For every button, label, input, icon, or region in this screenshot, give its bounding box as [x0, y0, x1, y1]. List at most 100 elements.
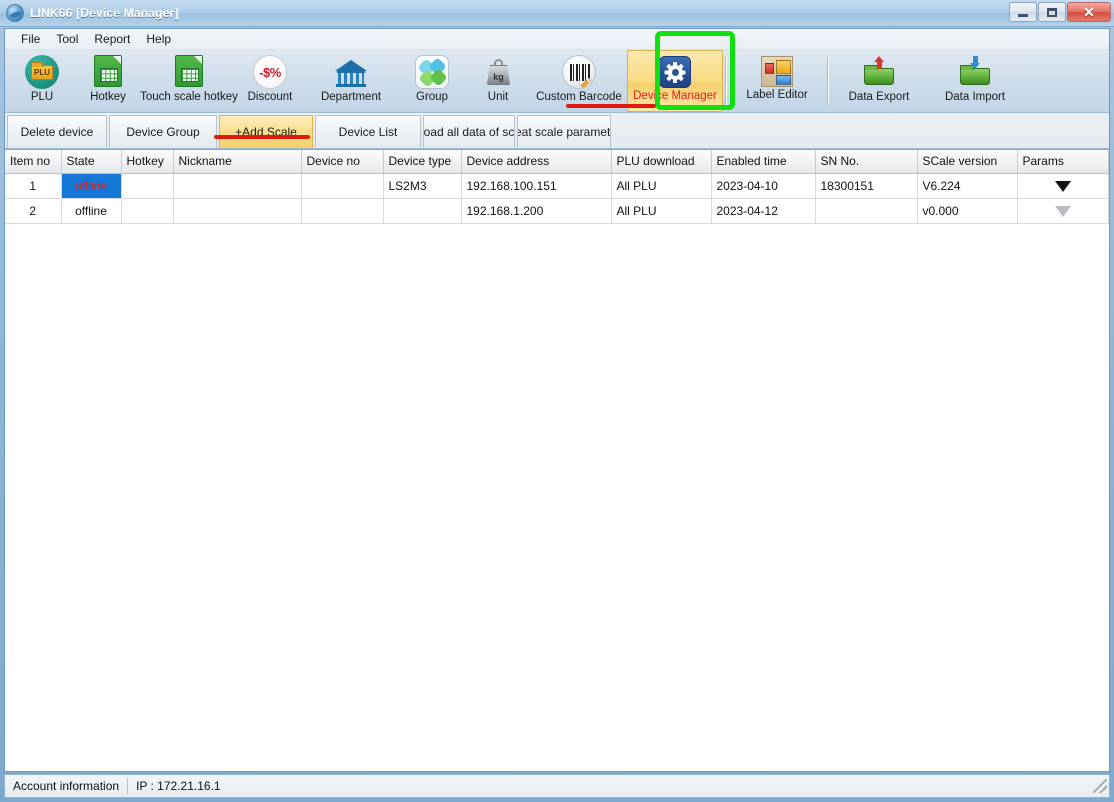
column-header-state[interactable]: State [61, 150, 122, 174]
tab-add-scale[interactable]: +Add Scale [219, 115, 313, 148]
column-header-plu-download[interactable]: PLU download [611, 150, 712, 174]
maximize-icon [1047, 7, 1057, 17]
main-toolbar: PLU PLU Hotkey Touch scale hotkey -$% Di… [5, 50, 1109, 113]
status-account-information: Account information [13, 779, 120, 793]
toolbar-label-touch-scale-hotkey: Touch scale hotkey [140, 91, 238, 103]
column-header-hotkey[interactable]: Hotkey [121, 150, 174, 174]
cell-sn-no[interactable] [815, 198, 918, 224]
toolbar-button-unit[interactable]: kg Unit [465, 50, 531, 112]
toolbar-label-plu: PLU [30, 91, 54, 103]
minimize-icon [1018, 13, 1028, 17]
cell-device-no[interactable] [301, 198, 384, 224]
table-row[interactable]: 2 offline 192.168.1.200 All PLU 2023-04-… [5, 198, 1109, 224]
resize-grip[interactable] [1093, 779, 1107, 793]
toolbar-button-custom-barcode[interactable]: Custom Barcode [531, 50, 627, 112]
group-petals-icon [415, 55, 449, 89]
green-sheet-icon [91, 55, 125, 89]
window-title: LINK66 [Device Manager] [30, 6, 179, 20]
cell-device-address[interactable]: 192.168.1.200 [461, 198, 612, 224]
column-header-params[interactable]: Params [1017, 150, 1109, 174]
tab-device-list[interactable]: Device List [315, 115, 421, 148]
cell-plu-download[interactable]: All PLU [611, 173, 712, 199]
cell-scale-version[interactable]: V6.224 [917, 173, 1018, 199]
globe-icon [6, 4, 24, 22]
toolbar-button-label-editor[interactable]: Label Editor [729, 50, 825, 112]
title-bar: LINK66 [Device Manager] ✕ [0, 0, 1114, 27]
tab-create-scale-parameter[interactable]: reat scale paramete [517, 115, 611, 148]
toolbar-button-discount[interactable]: -$% Discount [237, 50, 303, 112]
cell-sn-no[interactable]: 18300151 [815, 173, 918, 199]
menu-item-help[interactable]: Help [138, 30, 179, 48]
device-table: Item no State Hotkey Nickname Device no … [5, 150, 1109, 224]
cell-params[interactable] [1017, 173, 1109, 199]
table-row[interactable]: 1 offline LS2M3 192.168.100.151 All PLU … [5, 173, 1109, 199]
toolbar-label-device-manager: Device Manager [633, 90, 717, 102]
toolbar-button-group[interactable]: Group [399, 50, 465, 112]
toolbar-button-device-manager[interactable]: Device Manager [627, 50, 723, 112]
label-blocks-icon [761, 56, 793, 87]
bank-building-icon [334, 55, 368, 89]
column-header-scale-version[interactable]: SCale version [917, 150, 1018, 174]
cell-device-type[interactable]: LS2M3 [383, 173, 462, 199]
column-header-sn-no[interactable]: SN No. [815, 150, 918, 174]
folder-up-arrow-icon [862, 55, 896, 89]
tab-delete-device[interactable]: Delete device [7, 115, 107, 148]
toolbar-button-data-export[interactable]: Data Export [831, 50, 927, 112]
maximize-button[interactable] [1038, 2, 1066, 22]
tab-device-group[interactable]: Device Group [109, 115, 217, 148]
toolbar-label-label-editor: Label Editor [746, 89, 808, 101]
cell-nickname[interactable] [173, 173, 302, 199]
menu-item-report[interactable]: Report [86, 30, 138, 48]
toolbar-button-plu[interactable]: PLU PLU [9, 50, 75, 112]
toolbar-button-touch-scale-hotkey[interactable]: Touch scale hotkey [140, 50, 238, 112]
window-controls: ✕ [1009, 2, 1111, 22]
cell-scale-version[interactable]: v0.000 [917, 198, 1018, 224]
menu-item-tool[interactable]: Tool [48, 30, 86, 48]
toolbar-label-discount: Discount [247, 91, 293, 103]
application-window: LINK66 [Device Manager] ✕ File Tool Repo… [0, 0, 1114, 802]
cell-device-no[interactable] [301, 173, 384, 199]
toolbar-button-data-import[interactable]: Data Import [927, 50, 1023, 112]
gear-icon [659, 56, 691, 88]
column-header-item-no[interactable]: Item no [5, 150, 62, 174]
toolbar-separator [725, 57, 727, 105]
toolbar-button-hotkey[interactable]: Hotkey [75, 50, 141, 112]
weight-kg-icon: kg [481, 55, 515, 89]
client-area: File Tool Report Help PLU PLU Hotkey Tou… [4, 28, 1110, 772]
cell-device-address[interactable]: 192.168.100.151 [461, 173, 612, 199]
action-tab-strip: Delete device Device Group +Add Scale De… [5, 113, 1109, 149]
triangle-down-icon[interactable] [1054, 180, 1071, 192]
cell-enabled-time[interactable]: 2023-04-12 [711, 198, 816, 224]
cell-device-type[interactable] [383, 198, 462, 224]
toolbar-label-data-import: Data Import [944, 91, 1006, 103]
column-header-device-no[interactable]: Device no [301, 150, 384, 174]
close-button[interactable]: ✕ [1067, 2, 1111, 22]
triangle-down-icon[interactable] [1054, 205, 1071, 217]
cell-nickname[interactable] [173, 198, 302, 224]
minimize-button[interactable] [1009, 2, 1037, 22]
column-header-enabled-time[interactable]: Enabled time [711, 150, 816, 174]
close-icon: ✕ [1083, 4, 1095, 20]
cell-hotkey[interactable] [121, 198, 174, 224]
cell-hotkey[interactable] [121, 173, 174, 199]
barcode-pencil-icon [562, 55, 596, 89]
toolbar-label-custom-barcode: Custom Barcode [536, 91, 622, 103]
device-table-container[interactable]: Item no State Hotkey Nickname Device no … [5, 149, 1109, 771]
cell-enabled-time[interactable]: 2023-04-10 [711, 173, 816, 199]
cell-state[interactable]: offline [61, 198, 122, 224]
column-header-device-type[interactable]: Device type [383, 150, 462, 174]
toolbar-button-department[interactable]: Department [303, 50, 399, 112]
status-bar: Account information IP : 172.21.16.1 [4, 774, 1110, 798]
toolbar-label-unit: Unit [487, 91, 509, 103]
cell-params[interactable] [1017, 198, 1109, 224]
column-header-nickname[interactable]: Nickname [173, 150, 302, 174]
cell-item-no: 1 [5, 173, 62, 199]
cell-plu-download[interactable]: All PLU [611, 198, 712, 224]
menu-item-file[interactable]: File [13, 30, 48, 48]
column-header-device-address[interactable]: Device address [461, 150, 612, 174]
toolbar-label-department: Department [320, 91, 382, 103]
cell-state[interactable]: offline [61, 173, 122, 199]
table-header-row: Item no State Hotkey Nickname Device no … [5, 150, 1109, 174]
menu-bar: File Tool Report Help [5, 29, 1109, 50]
tab-upload-all-data[interactable]: pload all data of scal [423, 115, 515, 148]
